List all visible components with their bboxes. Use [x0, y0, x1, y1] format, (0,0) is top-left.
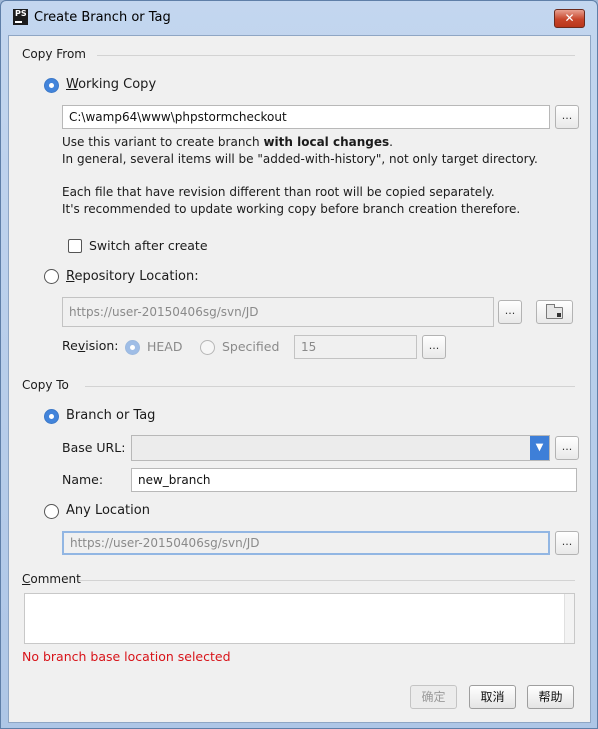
copy-to-divider: [85, 386, 575, 387]
working-copy-path-input[interactable]: C:\wamp64\www\phpstormcheckout: [62, 105, 550, 129]
any-location-radio[interactable]: [44, 504, 59, 519]
working-copy-mnemonic: W: [66, 77, 79, 92]
desc-line1-suffix: .: [389, 135, 393, 149]
copy-from-divider: [97, 55, 575, 56]
folder-icon: [546, 304, 563, 319]
help-button[interactable]: 帮助: [527, 685, 574, 709]
comment-scrollbar[interactable]: [564, 594, 574, 643]
repository-location-label-rest: epository Location:: [74, 269, 199, 284]
switch-after-create-checkbox[interactable]: [68, 239, 82, 253]
repository-location-radio[interactable]: [44, 269, 59, 284]
base-url-label: Base URL:: [62, 440, 126, 455]
chevron-down-icon: ▼: [535, 442, 544, 453]
dialog-window: PS Create Branch or Tag ✕ Copy From Work…: [0, 0, 598, 729]
repository-url-browse-button[interactable]: ...: [498, 300, 522, 324]
revision-head-radio[interactable]: [125, 340, 140, 355]
comment-textarea[interactable]: [24, 593, 575, 644]
close-button[interactable]: ✕: [554, 9, 585, 28]
base-url-dropdown-button[interactable]: ▼: [530, 436, 549, 460]
revision-label-pre: Re: [62, 338, 78, 353]
working-copy-browse-button[interactable]: ...: [555, 105, 579, 129]
ok-button[interactable]: 确定: [410, 685, 457, 709]
working-copy-radio[interactable]: [44, 78, 59, 93]
error-message: No branch base location selected: [22, 649, 231, 664]
copy-from-section-label: Copy From: [22, 47, 86, 61]
working-copy-description-line2: In general, several items will be "added…: [62, 152, 538, 166]
desc-line1-prefix: Use this variant to create branch: [62, 135, 264, 149]
any-location-label[interactable]: Any Location: [66, 503, 150, 518]
revision-number-input[interactable]: 15: [294, 335, 417, 359]
desc-line1-bold: with local changes: [263, 135, 390, 149]
comment-section-label: Comment: [22, 572, 81, 586]
copy-to-section-label: Copy To: [22, 378, 69, 392]
cancel-button[interactable]: 取消: [469, 685, 516, 709]
working-copy-description-line3: Each file that have revision different t…: [62, 185, 495, 199]
comment-label-rest: omment: [30, 572, 81, 586]
branch-or-tag-radio[interactable]: [44, 409, 59, 424]
working-copy-description-line4: It's recommended to update working copy …: [62, 202, 521, 216]
any-location-url-input[interactable]: https://user-20150406sg/svn/JD: [62, 531, 550, 555]
window-title: Create Branch or Tag: [34, 10, 171, 25]
revision-head-label[interactable]: HEAD: [147, 339, 182, 354]
working-copy-description-line1: Use this variant to create branch with l…: [62, 134, 393, 151]
phpstorm-app-icon: PS: [13, 9, 28, 25]
title-bar[interactable]: PS Create Branch or Tag ✕: [1, 1, 597, 35]
comment-divider: [79, 580, 575, 581]
close-icon: ✕: [564, 11, 575, 25]
switch-after-create-label[interactable]: Switch after create: [89, 238, 208, 253]
dialog-body: Copy From Working Copy C:\wamp64\www\php…: [8, 35, 591, 723]
repository-folder-button[interactable]: [536, 300, 573, 324]
repository-location-label[interactable]: Repository Location:: [66, 269, 199, 284]
revision-specified-radio[interactable]: [200, 340, 215, 355]
branch-name-input[interactable]: new_branch: [131, 468, 577, 492]
revision-label: Revision:: [62, 338, 118, 353]
base-url-combobox[interactable]: ▼: [131, 435, 550, 461]
revision-specified-label[interactable]: Specified: [222, 339, 279, 354]
name-label: Name:: [62, 472, 104, 487]
working-copy-label[interactable]: Working Copy: [66, 77, 156, 92]
repository-url-input[interactable]: https://user-20150406sg/svn/JD: [62, 297, 494, 327]
base-url-browse-button[interactable]: ...: [555, 436, 579, 460]
revision-browse-button[interactable]: ...: [422, 335, 446, 359]
working-copy-label-rest: orking Copy: [78, 77, 157, 92]
branch-or-tag-label[interactable]: Branch or Tag: [66, 408, 155, 423]
revision-label-post: ision:: [85, 338, 119, 353]
any-location-browse-button[interactable]: ...: [555, 531, 579, 555]
